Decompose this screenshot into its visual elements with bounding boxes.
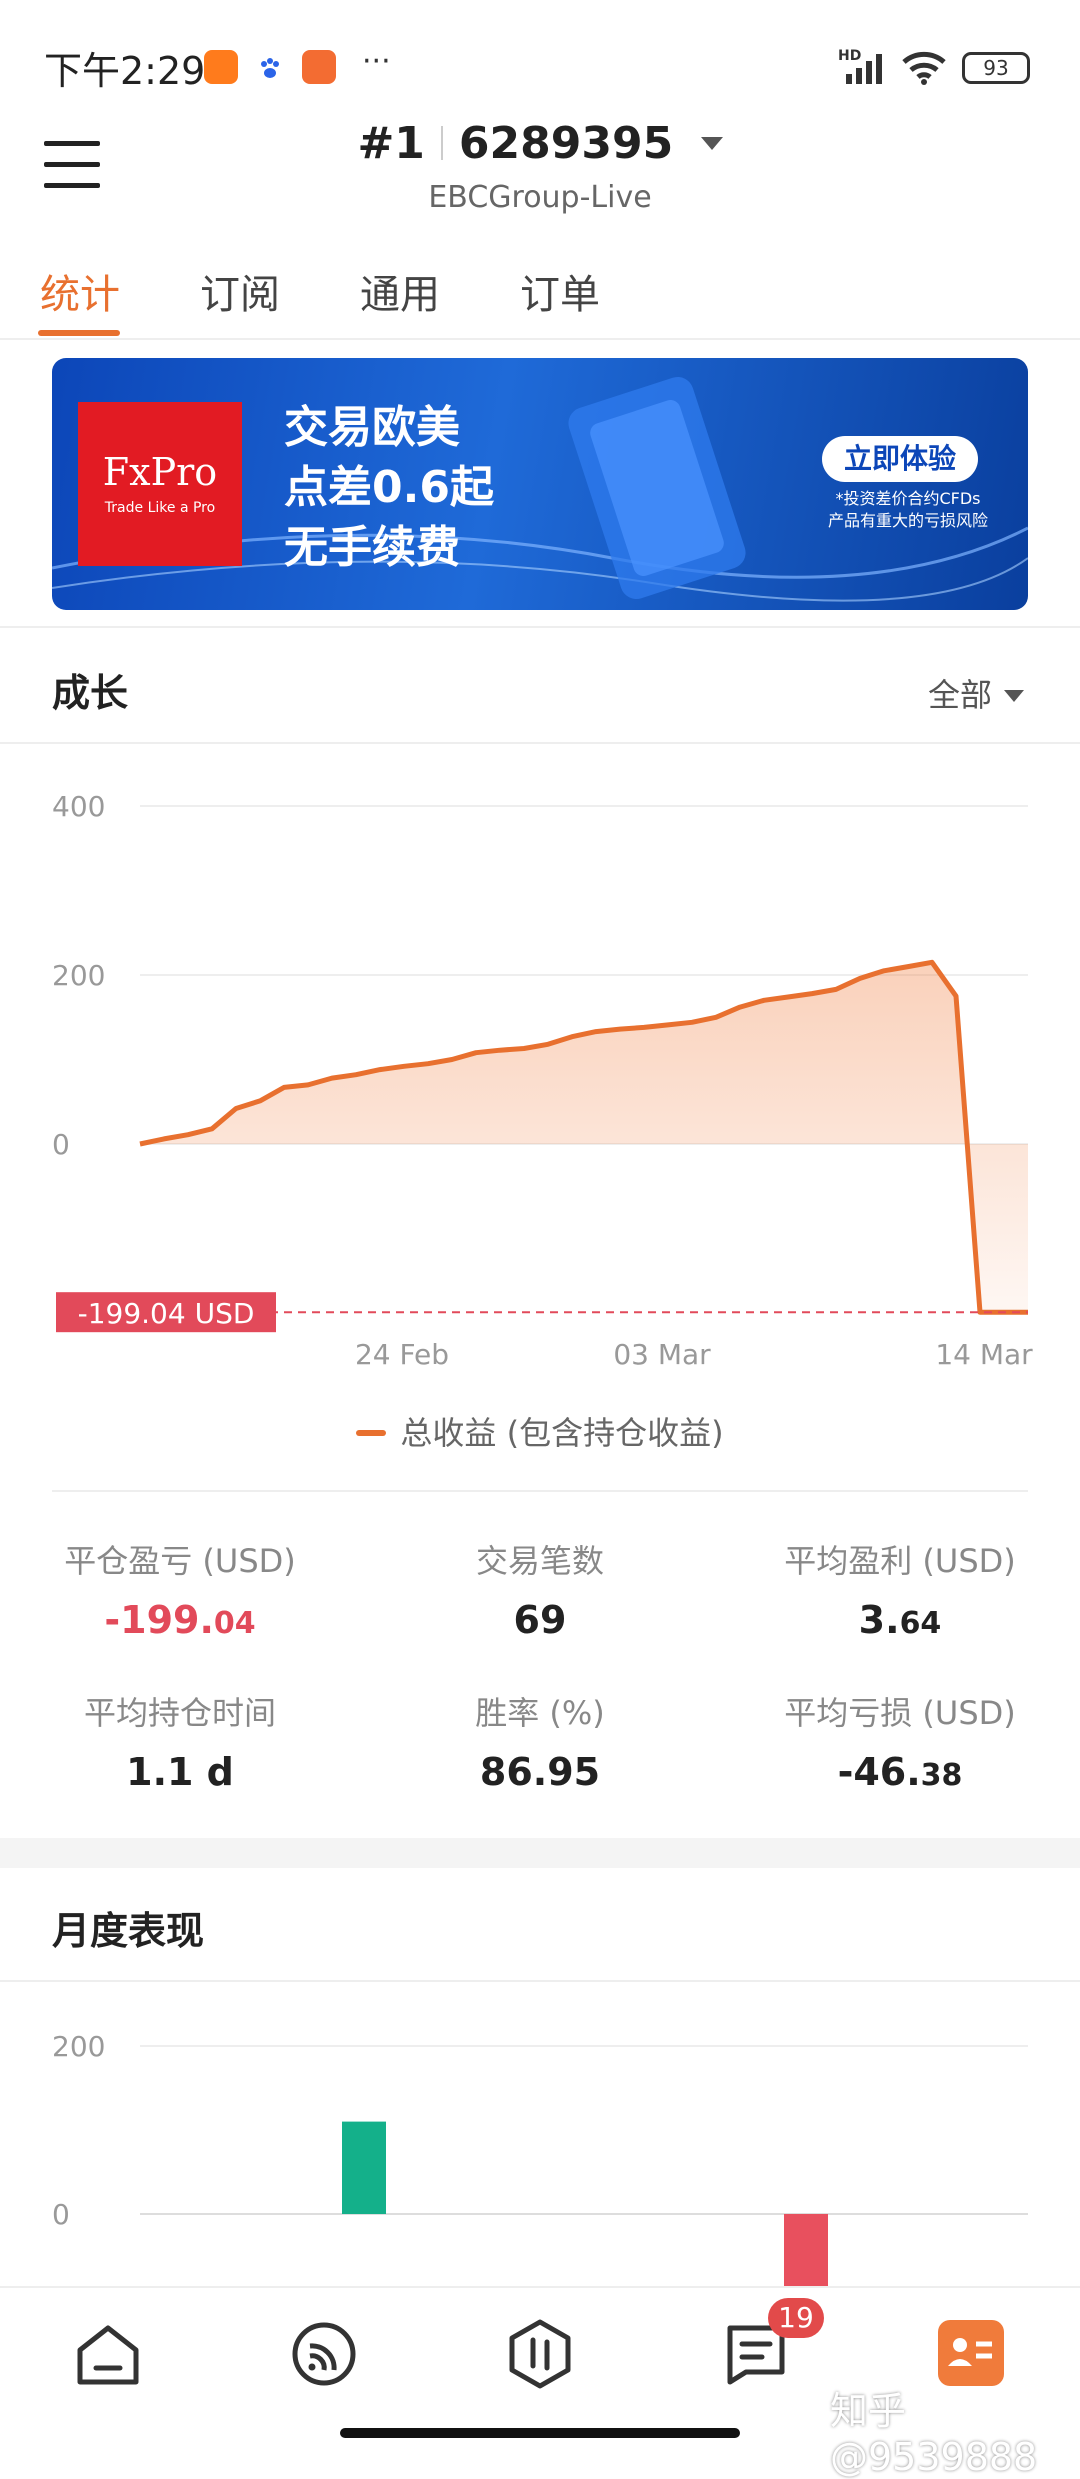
stat-value: 86.95 bbox=[390, 1750, 690, 1794]
account-selector[interactable]: #1 6289395 bbox=[0, 118, 1080, 169]
legend-label: 总收益 (包含持仓收益) bbox=[400, 1414, 724, 1452]
signal-strength-icon bbox=[842, 52, 888, 84]
growth-filter-dropdown[interactable]: 全部 bbox=[928, 670, 1025, 716]
taobao-app-icon bbox=[204, 50, 238, 84]
home-indicator bbox=[340, 2428, 740, 2438]
banner-headline: 交易欧美 点差0.6起 无手续费 bbox=[284, 398, 494, 578]
wifi-icon bbox=[900, 48, 948, 86]
watermark: 知乎 @9539888 bbox=[830, 2389, 1038, 2479]
monthly-bar bbox=[342, 2121, 386, 2214]
header-divider bbox=[0, 338, 1080, 340]
server-name: EBCGroup-Live bbox=[428, 180, 652, 215]
trade-icon[interactable] bbox=[506, 2318, 574, 2390]
y-tick-label: 200 bbox=[52, 2030, 105, 2063]
y-tick-label: 400 bbox=[52, 790, 105, 823]
stat-label: 胜率 (%) bbox=[475, 1694, 605, 1732]
monthly-header-divider bbox=[0, 1980, 1080, 1982]
stat-value-fraction: 04 bbox=[213, 1606, 256, 1641]
account-divider bbox=[440, 126, 443, 160]
banner-line: 交易欧美 bbox=[284, 402, 460, 453]
fxpro-logo: FxPro Trade Like a Pro bbox=[78, 402, 242, 566]
status-time: 下午2:29 bbox=[44, 49, 206, 93]
baidu-app-icon bbox=[258, 56, 282, 80]
fxpro-tagline: Trade Like a Pro bbox=[104, 500, 216, 516]
stat-label: 交易笔数 bbox=[475, 1542, 604, 1580]
banner-disclaimer: *投资差价合约CFDs 产品有重大的亏损风险 bbox=[808, 488, 1008, 532]
home-icon[interactable] bbox=[74, 2320, 142, 2388]
growth-header-divider bbox=[0, 742, 1080, 744]
battery-level: 93 bbox=[983, 56, 1009, 80]
monthly-title: 月度表现 bbox=[52, 1909, 205, 1953]
growth-filter-label: 全部 bbox=[928, 676, 993, 714]
growth-title: 成长 bbox=[52, 671, 129, 715]
banner-note-line: 产品有重大的亏损风险 bbox=[827, 511, 988, 530]
stat-label: 平仓盈亏 (USD) bbox=[64, 1542, 296, 1580]
banner-cta-button[interactable]: 立即体验 bbox=[822, 436, 978, 482]
monthly-bar bbox=[784, 2214, 828, 2286]
legend-swatch bbox=[356, 1430, 387, 1436]
stat-value: 69 bbox=[390, 1598, 690, 1642]
tab-stats[interactable]: 统计 bbox=[40, 262, 120, 320]
stat-value-main: -199. bbox=[104, 1598, 214, 1642]
ad-banner[interactable]: FxPro Trade Like a Pro 交易欧美 点差0.6起 无手续费 … bbox=[52, 358, 1028, 610]
growth-chart: 400 200 0 -199.04 USD 24 Feb 03 Mar 14 Mar bbox=[52, 790, 1033, 1371]
message-count-badge: 19 bbox=[768, 2298, 824, 2338]
tab-subscribe[interactable]: 订阅 bbox=[200, 262, 280, 320]
stat-value-main: 3. bbox=[858, 1598, 900, 1642]
growth-legend: 总收益 (包含持仓收益) bbox=[0, 1408, 1080, 1454]
growth-area-fill bbox=[140, 962, 1028, 1313]
monthly-chart: 2000 bbox=[52, 2030, 1028, 2286]
stat-value: 1.1 d bbox=[30, 1750, 330, 1794]
stat-value-main: 86.95 bbox=[479, 1750, 601, 1794]
stat-value-fraction: 38 bbox=[920, 1758, 963, 1793]
shopping-app-icon bbox=[302, 50, 336, 84]
stat-value-main: -46. bbox=[837, 1750, 921, 1794]
tab-general[interactable]: 通用 bbox=[360, 262, 440, 320]
profile-icon[interactable] bbox=[938, 2320, 1004, 2386]
fxpro-brand: FxPro bbox=[102, 450, 218, 494]
battery-icon: 93 bbox=[962, 52, 1030, 84]
stat-value-main: 1.1 d bbox=[126, 1750, 234, 1794]
more-notifications-icon: ··· bbox=[362, 44, 391, 79]
account-prefix: #1 bbox=[357, 118, 425, 169]
current-value-label: -199.04 USD bbox=[78, 1297, 255, 1330]
chevron-down-icon bbox=[700, 137, 723, 150]
stat-value: 3.64 bbox=[750, 1598, 1050, 1642]
stat-value: -199.04 bbox=[30, 1598, 330, 1642]
account-number: 6289395 bbox=[458, 118, 674, 169]
stat-value-fraction: 64 bbox=[899, 1606, 942, 1641]
legend-divider bbox=[52, 1490, 1028, 1492]
x-tick-label: 14 Mar bbox=[935, 1338, 1033, 1371]
y-tick-label: 0 bbox=[52, 2198, 70, 2231]
tab-orders[interactable]: 订单 bbox=[520, 262, 600, 320]
status-bar: 下午2:29 ··· HD 93 bbox=[0, 0, 1080, 130]
section-gap bbox=[0, 1838, 1080, 1868]
y-tick-label: 200 bbox=[52, 959, 105, 992]
banner-line: 无手续费 bbox=[284, 522, 460, 573]
section-divider bbox=[0, 626, 1080, 628]
stat-label: 平均亏损 (USD) bbox=[784, 1694, 1016, 1732]
x-tick-label: 03 Mar bbox=[613, 1338, 711, 1371]
stat-label: 平均盈利 (USD) bbox=[784, 1542, 1016, 1580]
y-tick-label: 0 bbox=[52, 1128, 70, 1161]
stat-value: -46.38 bbox=[750, 1750, 1050, 1794]
stat-label: 平均持仓时间 bbox=[83, 1694, 276, 1732]
banner-note-line: *投资差价合约CFDs bbox=[835, 489, 981, 508]
x-tick-label: 24 Feb bbox=[355, 1338, 449, 1371]
stat-value-main: 69 bbox=[513, 1598, 567, 1642]
signal-icon[interactable] bbox=[290, 2320, 358, 2388]
banner-line: 点差0.6起 bbox=[284, 462, 494, 513]
active-tab-indicator bbox=[38, 330, 120, 336]
chevron-down-icon bbox=[1004, 690, 1025, 702]
